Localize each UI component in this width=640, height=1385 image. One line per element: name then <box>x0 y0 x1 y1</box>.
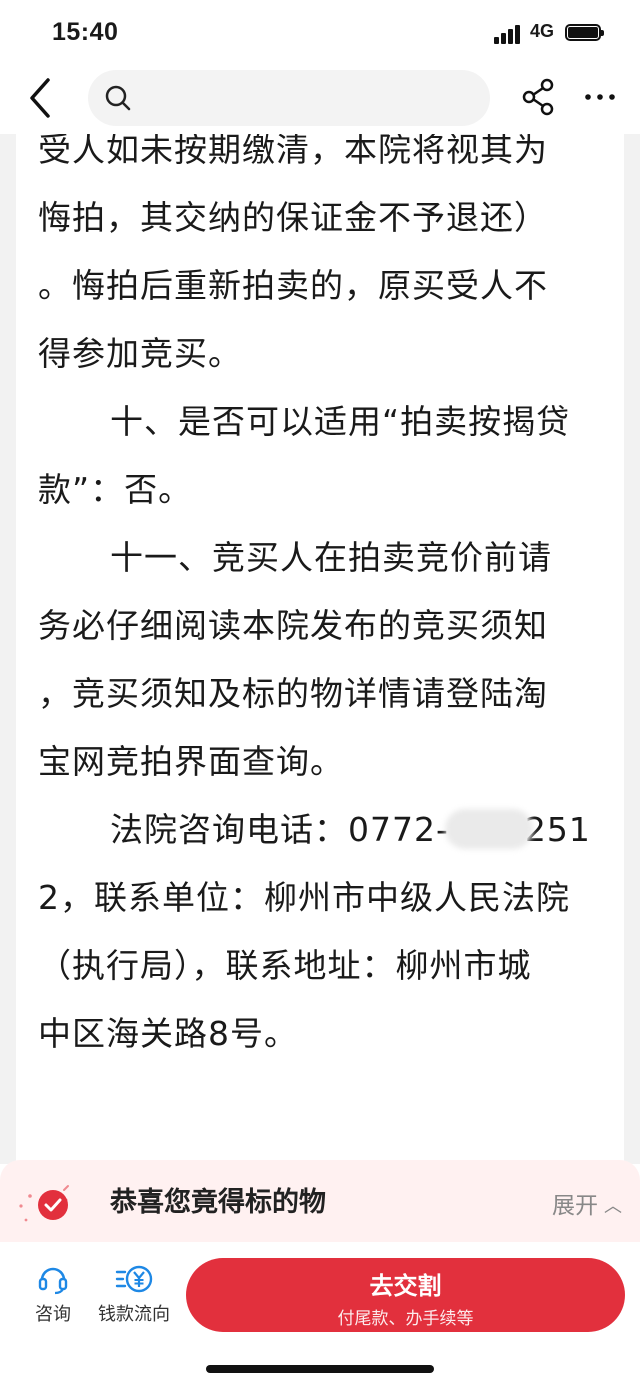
article-line: 十、是否可以适用“拍卖按揭贷 <box>110 402 571 441</box>
top-nav-bar <box>0 62 640 134</box>
article-line: 2，联系单位：柳州市中级人民法院 <box>38 878 570 917</box>
consult-label: 咨询 <box>35 1304 71 1325</box>
more-icon <box>585 94 615 100</box>
article-line: 。悔拍后重新拍卖的，原买受人不 <box>38 266 548 305</box>
check-circle-icon <box>19 1185 69 1222</box>
win-title: 恭喜您竟得标的物 <box>110 1187 326 1218</box>
article-line: 受人如未按期缴清，本院将视其为 <box>38 134 548 169</box>
consult-button[interactable]: 咨询 <box>26 1262 80 1326</box>
article-line: 十一、竞买人在拍卖竞价前请 <box>110 538 552 577</box>
go-settle-sublabel: 付尾款、办手续等 <box>337 1309 474 1329</box>
share-button[interactable] <box>520 78 556 116</box>
go-settle-label: 去交割 <box>369 1272 442 1300</box>
article-line: 宝网竞拍界面查询。 <box>38 742 344 781</box>
signal-icon <box>494 24 524 44</box>
redacted-mask <box>444 808 533 849</box>
back-icon <box>30 78 50 118</box>
phone-line: 法院咨询电话：0772- 251 <box>38 796 610 864</box>
network-type: 4G <box>530 21 555 41</box>
article-line: 悔拍，其交纳的保证金不予退还） <box>38 198 548 237</box>
status-time: 15:40 <box>52 18 119 46</box>
article-body: 受人如未按期缴清，本院将视其为 悔拍，其交纳的保证金不予退还） 。悔拍后重新拍卖… <box>38 134 610 1068</box>
expand-label: 展开 <box>552 1193 598 1219</box>
article-line: 款”：否。 <box>38 470 193 509</box>
search-icon <box>105 85 131 111</box>
yuan-flow-icon <box>115 1265 153 1293</box>
bottom-action-bar: 咨询 钱款流向 去交割 付尾款、办手续等 <box>0 1242 640 1385</box>
search-input[interactable] <box>88 70 490 126</box>
back-button[interactable] <box>22 76 62 120</box>
headset-icon <box>38 1267 68 1295</box>
share-icon <box>522 78 554 116</box>
expand-toggle[interactable]: 展开 ︿ <box>552 1186 622 1220</box>
home-indicator <box>206 1365 434 1373</box>
battery-icon <box>565 24 604 41</box>
more-button[interactable] <box>580 82 620 112</box>
article-line: 务必仔细阅读本院发布的竞买须知 <box>38 606 548 645</box>
phone-tail: 251 <box>524 810 591 849</box>
status-bar: 15:40 4G <box>0 0 640 62</box>
win-banner[interactable]: 恭喜您竟得标的物 展开 ︿ <box>0 1160 640 1242</box>
funds-flow-label: 钱款流向 <box>98 1304 170 1325</box>
article-line: 得参加竞买。 <box>38 334 242 373</box>
article-card: 受人如未按期缴清，本院将视其为 悔拍，其交纳的保证金不予退还） 。悔拍后重新拍卖… <box>16 134 624 1164</box>
article-line: ，竞买须知及标的物详情请登陆淘 <box>38 674 548 713</box>
article-line: 中区海关路8号。 <box>38 1014 298 1053</box>
go-settle-button[interactable]: 去交割 付尾款、办手续等 <box>186 1258 625 1332</box>
funds-flow-button[interactable]: 钱款流向 <box>86 1262 182 1326</box>
phone-label: 法院咨询电话：0772- <box>110 810 449 849</box>
article-line: （执行局），联系地址：柳州市城 <box>38 946 532 985</box>
chevron-up-icon: ︿ <box>604 1196 622 1217</box>
